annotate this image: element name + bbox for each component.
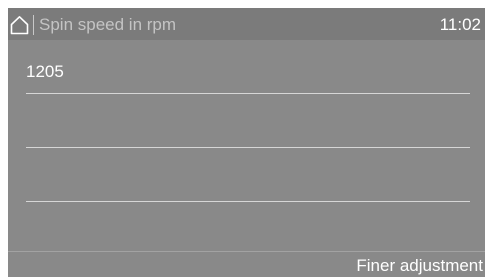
footer-divider [8,251,485,252]
page-title: Spin speed in rpm [39,15,177,34]
finer-adjustment-button[interactable]: Finer adjustment [350,254,485,277]
list-item[interactable]: 1205 [26,40,470,94]
title-divider [33,15,34,35]
spin-speed-value: 1205 [26,62,64,81]
list-item[interactable] [26,148,470,202]
home-icon[interactable] [10,15,29,35]
list-item[interactable] [26,94,470,148]
header-bar: Spin speed in rpm 11:02 [8,8,485,40]
clock: 11:02 [439,15,481,34]
display-screen: Spin speed in rpm 11:02 1205 Finer adjus… [8,8,485,277]
